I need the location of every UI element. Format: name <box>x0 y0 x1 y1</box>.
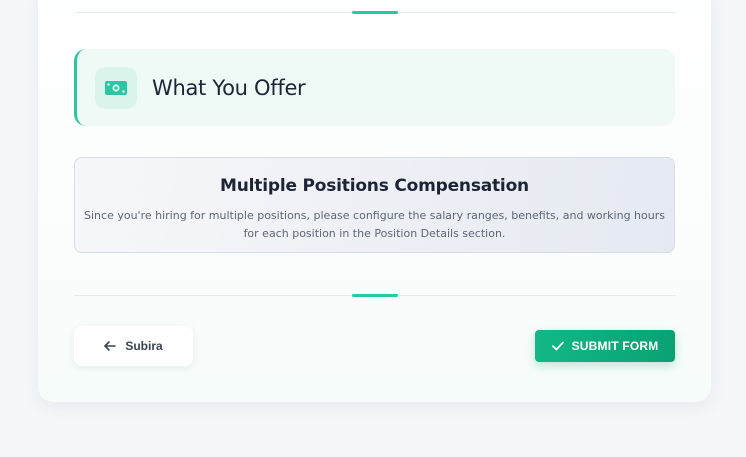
check-icon <box>551 341 564 351</box>
compensation-info-box: Multiple Positions Compensation Since yo… <box>74 157 675 253</box>
section-divider-bottom <box>74 294 676 297</box>
divider-accent <box>352 294 398 297</box>
submit-button-label: SUBMIT FORM <box>571 339 659 353</box>
money-bill-icon <box>95 66 137 109</box>
back-button-label: Subira <box>125 339 163 353</box>
section-title: What You Offer <box>152 75 306 100</box>
divider-accent <box>352 11 398 14</box>
section-header: What You Offer <box>74 49 675 126</box>
section-divider-top <box>74 11 676 14</box>
info-description: Since you're hiring for multiple positio… <box>84 209 665 240</box>
arrow-left-icon <box>104 341 117 351</box>
submit-form-button[interactable]: SUBMIT FORM <box>535 330 675 362</box>
info-title: Multiple Positions Compensation <box>220 176 529 196</box>
back-button[interactable]: Subira <box>74 326 193 366</box>
form-card: What You Offer Multiple Positions Compen… <box>38 0 711 402</box>
